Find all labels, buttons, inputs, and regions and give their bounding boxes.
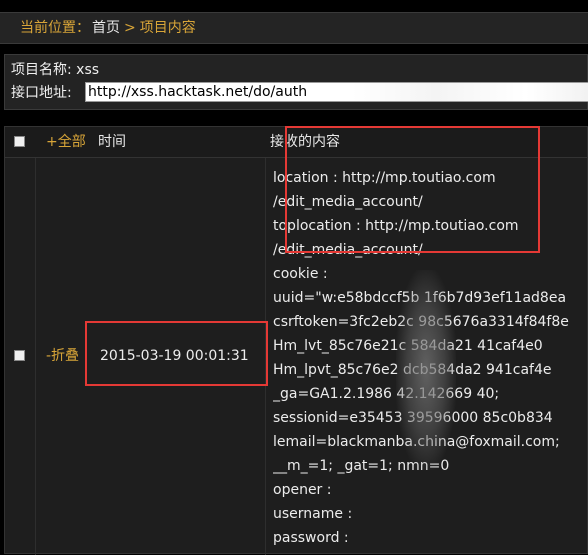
breadcrumb-home-link[interactable]: 首页 [92,20,120,36]
select-all-checkbox[interactable] [14,136,25,147]
collapse-link[interactable]: -折叠 [46,346,79,366]
breadcrumb-label: 当前位置： [20,20,90,36]
breadcrumb-separator: > [124,20,136,36]
content-line: opener : [273,482,332,498]
project-api-row: 接口地址: http://xss.hacktask.net/do/auth [11,82,588,103]
breadcrumb-current: 项目内容 [139,20,196,36]
content-line: password : [273,530,349,546]
content-line: /edit_media_account/ [273,194,423,210]
project-name-value: xss [76,62,100,78]
breadcrumb: 当前位置： 首页 > 项目内容 [0,12,588,44]
api-address-label: 接口地址: [11,85,72,101]
column-divider [35,158,36,555]
time-column-header: 时间 [98,134,126,150]
content-line: location : http://mp.toutiao.com [273,170,496,186]
content-column-header: 接收的内容 [270,134,340,150]
api-address-value: http://xss.hacktask.net/do/auth [88,84,308,100]
row-checkbox[interactable] [14,350,25,361]
api-address-field[interactable]: http://xss.hacktask.net/do/auth [85,82,588,102]
redaction-blur [316,83,588,101]
redaction-smear [396,270,456,470]
project-info-panel: 项目名称: xss 接口地址: http://xss.hacktask.net/… [4,54,588,110]
project-name-row: 项目名称: xss [11,60,99,80]
row-time: 2015-03-19 00:01:31 [100,348,249,364]
expand-all-link[interactable]: +全部 [46,127,86,157]
content-line: username : [273,506,353,522]
table-row: -折叠 2015-03-19 00:01:31 location : http:… [5,158,587,555]
column-divider [265,158,266,555]
content-table: +全部 时间 接收的内容 -折叠 2015-03-19 00:01:31 loc… [4,126,588,555]
content-line: toplocation : http://mp.toutiao.com [273,218,519,234]
content-line: /edit_media_account/ [273,242,423,258]
project-name-label: 项目名称: [11,62,72,78]
table-header: +全部 时间 接收的内容 [5,127,587,158]
